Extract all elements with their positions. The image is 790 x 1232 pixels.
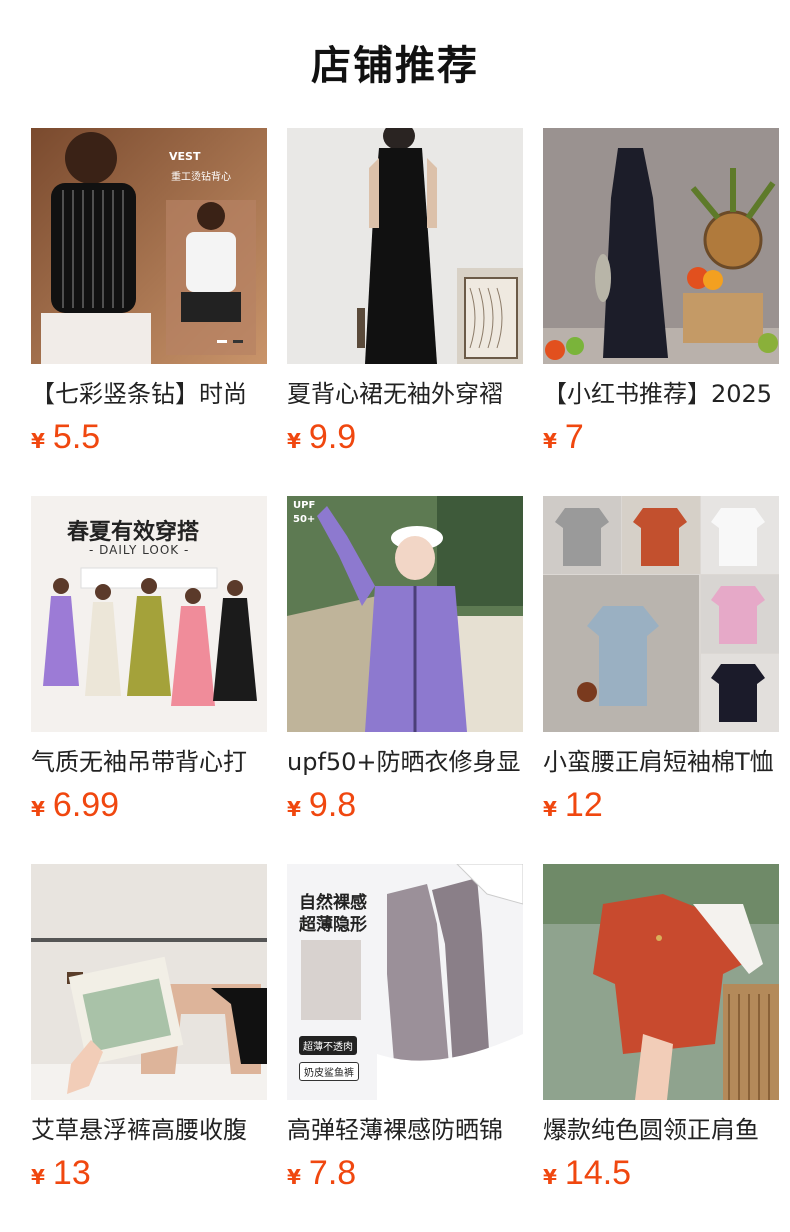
- price-value: 7.8: [308, 1154, 357, 1192]
- currency-symbol: ¥: [287, 797, 301, 821]
- currency-symbol: ¥: [543, 797, 557, 821]
- product-card[interactable]: 春夏有效穿搭 - DAILY LOOK - 气质无袖吊带背心打 ¥6.99: [31, 496, 267, 864]
- price-value: 12: [564, 786, 603, 824]
- product-price: ¥9.8: [287, 786, 356, 826]
- image-label-subtitle: 重工烫钻背心: [171, 172, 231, 183]
- product-image[interactable]: [543, 128, 779, 364]
- image-label-upf: UPF: [293, 500, 316, 511]
- product-card[interactable]: 夏背心裙无袖外穿褶 ¥9.9: [287, 128, 523, 496]
- price-value: 13: [52, 1154, 91, 1192]
- product-price: ¥6.99: [31, 786, 119, 826]
- currency-symbol: ¥: [31, 797, 45, 821]
- product-name[interactable]: 【小红书推荐】2025: [543, 378, 779, 410]
- currency-symbol: ¥: [31, 429, 45, 453]
- product-card[interactable]: UPF 50+ upf50+防晒衣修身显 ¥9.8: [287, 496, 523, 864]
- page-title: 店铺推荐: [311, 43, 479, 89]
- product-price: ¥7: [543, 418, 584, 458]
- product-name[interactable]: 爆款纯色圆领正肩鱼: [543, 1114, 779, 1146]
- product-card[interactable]: 自然裸感 超薄隐形 超薄不透肉 奶皮鲨鱼裤 高弹轻薄裸感防晒锦 ¥7.8: [287, 864, 523, 1232]
- product-card[interactable]: 小蛮腰正肩短袖棉T恤 ¥12: [543, 496, 779, 864]
- product-card[interactable]: 爆款纯色圆领正肩鱼 ¥14.5: [543, 864, 779, 1232]
- product-price: ¥14.5: [543, 1154, 631, 1194]
- product-grid: VEST 重工烫钻背心 【七彩竖条钻】时尚 ¥5.5 夏背心裙无袖外穿褶 ¥9.…: [31, 128, 790, 1232]
- product-name[interactable]: 【七彩竖条钻】时尚: [31, 378, 267, 410]
- price-value: 6.99: [52, 786, 120, 824]
- price-value: 9.8: [308, 786, 357, 824]
- price-value: 5.5: [52, 418, 101, 456]
- product-price: ¥13: [31, 1154, 91, 1194]
- currency-symbol: ¥: [31, 1165, 45, 1189]
- currency-symbol: ¥: [287, 429, 301, 453]
- product-price: ¥9.9: [287, 418, 356, 458]
- product-card[interactable]: VEST 重工烫钻背心 【七彩竖条钻】时尚 ¥5.5: [31, 128, 267, 496]
- product-card[interactable]: 艾草悬浮裤高腰收腹 ¥13: [31, 864, 267, 1232]
- product-name[interactable]: 夏背心裙无袖外穿褶: [287, 378, 523, 410]
- product-image[interactable]: [543, 496, 779, 732]
- product-price: ¥7.8: [287, 1154, 356, 1194]
- product-image[interactable]: [543, 864, 779, 1100]
- product-name[interactable]: 气质无袖吊带背心打: [31, 746, 267, 778]
- product-name[interactable]: 小蛮腰正肩短袖棉T恤: [543, 746, 779, 778]
- product-image[interactable]: 自然裸感 超薄隐形 超薄不透肉 奶皮鲨鱼裤: [287, 864, 523, 1100]
- image-badge-2: 奶皮鲨鱼裤: [299, 1062, 359, 1081]
- product-name[interactable]: upf50+防晒衣修身显: [287, 746, 523, 778]
- image-label-subtitle: - DAILY LOOK -: [89, 543, 190, 557]
- product-name[interactable]: 高弹轻薄裸感防晒锦: [287, 1114, 523, 1146]
- product-price: ¥5.5: [31, 418, 100, 458]
- price-value: 14.5: [564, 1154, 632, 1192]
- image-badge-1: 超薄不透肉: [299, 1036, 357, 1055]
- product-image[interactable]: [287, 128, 523, 364]
- product-image[interactable]: UPF 50+: [287, 496, 523, 732]
- image-label-vest: VEST: [169, 150, 201, 163]
- currency-symbol: ¥: [287, 1165, 301, 1189]
- image-label-title: 春夏有效穿搭: [67, 520, 200, 545]
- product-image[interactable]: [31, 864, 267, 1100]
- product-image[interactable]: 春夏有效穿搭 - DAILY LOOK -: [31, 496, 267, 732]
- product-card[interactable]: 【小红书推荐】2025 ¥7: [543, 128, 779, 496]
- price-value: 7: [564, 418, 584, 456]
- product-name[interactable]: 艾草悬浮裤高腰收腹: [31, 1114, 267, 1146]
- image-label-upf-value: 50+: [293, 514, 316, 525]
- currency-symbol: ¥: [543, 429, 557, 453]
- image-label-subtitle: 超薄隐形: [299, 915, 367, 935]
- product-image[interactable]: VEST 重工烫钻背心: [31, 128, 267, 364]
- price-value: 9.9: [308, 418, 357, 456]
- currency-symbol: ¥: [543, 1165, 557, 1189]
- product-price: ¥12: [543, 786, 603, 826]
